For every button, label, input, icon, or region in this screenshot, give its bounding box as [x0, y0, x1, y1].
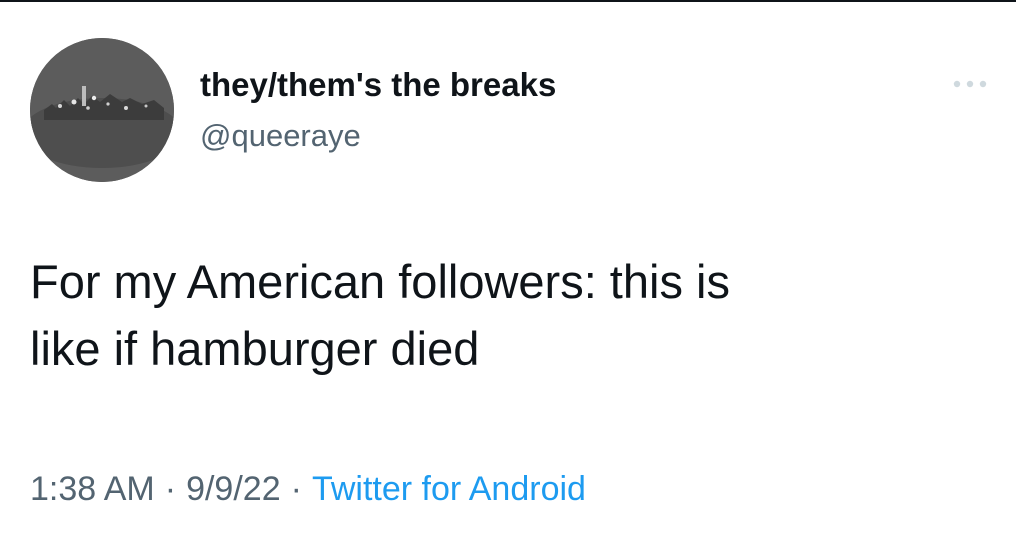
- tweet-text-line: For my American followers: this is: [30, 255, 730, 308]
- tweet-meta: 1:38 AM · 9/9/22 · Twitter for Android: [30, 470, 586, 509]
- tweet-card: they/them's the breaks @queeraye For my …: [0, 0, 1016, 547]
- tweet-text-line: like if hamburger died: [30, 322, 480, 375]
- meta-separator: ·: [290, 470, 302, 508]
- more-horizontal-icon: [953, 80, 987, 88]
- author-display-name[interactable]: they/them's the breaks: [200, 66, 556, 104]
- tweet-source-link[interactable]: Twitter for Android: [312, 470, 586, 508]
- tweet-date[interactable]: 9/9/22: [186, 470, 281, 508]
- author-handle[interactable]: @queeraye: [200, 118, 361, 154]
- tweet-time[interactable]: 1:38 AM: [30, 470, 155, 508]
- avatar[interactable]: [30, 38, 174, 182]
- more-options-button[interactable]: [946, 68, 994, 100]
- meta-separator: ·: [164, 470, 177, 508]
- tweet-text: For my American followers: this is like …: [30, 248, 990, 382]
- avatar-image: [30, 38, 174, 182]
